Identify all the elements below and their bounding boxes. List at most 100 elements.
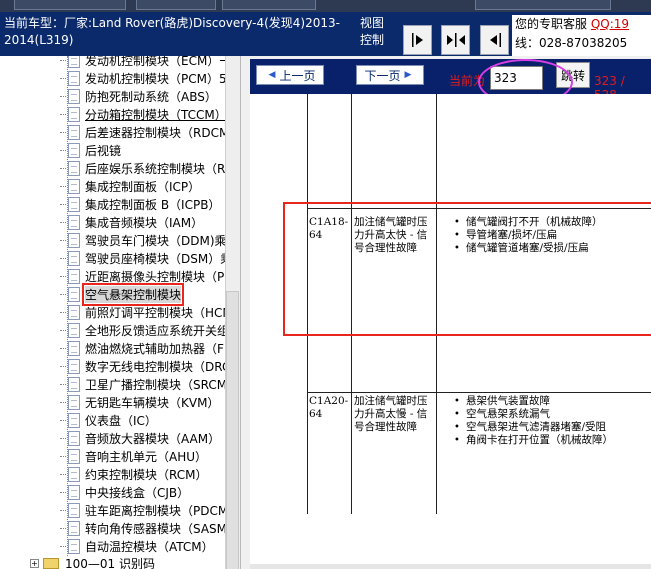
document-icon — [68, 160, 80, 176]
tree-connector — [60, 473, 66, 475]
tree-connector — [60, 167, 66, 169]
tree-item-label: 无钥匙车辆模块（KVM） — [85, 395, 220, 410]
tree-connector — [60, 437, 66, 439]
document-icon — [68, 250, 80, 266]
horizontal-scrollbar[interactable] — [250, 564, 651, 569]
top-menu-button-3[interactable] — [222, 0, 316, 10]
tree-item[interactable]: 驻车距离控制模块（PDCM） — [60, 501, 240, 519]
tree-item[interactable]: 数字无线电控制模块（DRCM — [60, 357, 240, 375]
top-menu-button-1[interactable] — [14, 0, 126, 10]
tree-item-label: 防抱死制动系统（ABS） — [85, 89, 217, 104]
table-row-border-2 — [307, 392, 651, 393]
tree-connector — [60, 383, 66, 385]
document-icon — [68, 304, 80, 320]
tree-item[interactable]: 后视镜 — [60, 141, 121, 159]
tree-item[interactable]: 防抱死制动系统（ABS） — [60, 87, 217, 105]
tree-item-label: 约束控制模块（RCM） — [85, 467, 208, 482]
tree-item[interactable]: 发动机控制模块（PCM）5_( — [60, 69, 237, 87]
dtc-cause-item: 空气悬架系统漏气 — [452, 408, 651, 421]
document-icon — [68, 340, 80, 356]
tree-item[interactable]: 转向角传感器模块（SASM） — [60, 519, 239, 537]
tree-item-label: 集成控制面板 B（ICPB） — [85, 197, 221, 212]
tree-folder-label: 100—01 识别码 — [65, 556, 155, 569]
tree-connector — [60, 131, 66, 133]
document-icon — [68, 538, 80, 554]
tree-item-label: 驾驶员座椅模块（DSM）乘客 — [85, 251, 241, 266]
collapse-left-button[interactable] — [480, 25, 509, 55]
tree-connector — [60, 329, 66, 331]
tree-item-label: 发动机控制模块（PCM）5_( — [85, 71, 238, 86]
tree-item[interactable]: 全地形反馈适应系统开关组（ — [60, 321, 240, 339]
document-icon — [68, 268, 80, 284]
tree-item[interactable]: 后座娱乐系统控制模块（RSE — [60, 159, 241, 177]
tree-folder-identification[interactable]: + 100—01 识别码 — [30, 555, 155, 569]
tree-item[interactable]: 自动温控模块（ATCM） — [60, 537, 214, 555]
tree-item-label: 卫星广播控制模块（SRCM） — [85, 377, 240, 392]
tree-item[interactable]: 中央接线盒（CJB） — [60, 483, 189, 501]
tree-item[interactable]: 集成控制面板 B（ICPB） — [60, 195, 220, 213]
tree-connector — [60, 455, 66, 457]
document-icon — [68, 484, 80, 500]
tree-item[interactable]: 燃油燃烧式辅助加热器（FFBH — [60, 339, 240, 357]
tree-connector — [60, 419, 66, 421]
tree-item[interactable]: 驾驶员车门模块（DDM)乘客 — [60, 231, 239, 249]
tree-item[interactable]: 分动箱控制模块（TCCM） — [60, 105, 227, 123]
tree-connector — [60, 545, 66, 547]
document-icon — [68, 214, 80, 230]
tree-item-label: 转向角传感器模块（SASM） — [85, 521, 240, 536]
tree-item[interactable]: 音频放大器模块（AAM） — [60, 429, 220, 447]
tree-item-label: 后座娱乐系统控制模块（RSE — [85, 161, 241, 176]
tree-item[interactable]: 驾驶员座椅模块（DSM）乘客 — [60, 249, 241, 267]
support-qq-link[interactable]: QQ:19 — [591, 17, 629, 31]
dtc-cause-item: 角阀卡在打开位置（机械故障） — [452, 434, 651, 447]
tree-connector — [60, 203, 66, 205]
tree-connector — [60, 527, 66, 529]
tree-connector — [60, 149, 66, 151]
collapse-left-icon — [489, 33, 501, 47]
tree-item[interactable]: 空气悬架控制模块 — [60, 282, 185, 306]
tree-item[interactable]: 卫星广播控制模块（SRCM） — [60, 375, 239, 393]
tree-item-label: 中央接线盒（CJB） — [85, 485, 190, 500]
tree-item[interactable]: 发动机控制模块（ECM）一 T — [60, 56, 240, 69]
top-menu-button-4[interactable] — [475, 0, 611, 10]
next-page-button[interactable]: 下一页 ▶ — [356, 65, 424, 85]
document-icon — [68, 322, 80, 338]
document-icon — [68, 56, 80, 68]
prev-page-button[interactable]: ◀ 上一页 — [256, 65, 324, 85]
view-control-label: 视图控制 — [360, 16, 385, 47]
tree-item[interactable]: 前照灯调平控制模块（HCM） — [60, 303, 240, 321]
tree-item[interactable]: 仪表盘（IC） — [60, 411, 157, 429]
document-icon — [68, 286, 80, 302]
expand-right-button[interactable] — [403, 25, 432, 55]
tree-connector — [60, 293, 66, 295]
tree-item[interactable]: 约束控制模块（RCM） — [60, 465, 207, 483]
document-icon — [68, 376, 80, 392]
expand-plus-icon[interactable]: + — [30, 558, 39, 568]
tree-connector — [60, 491, 66, 493]
tree-item-label: 分动箱控制模块（TCCM） — [85, 107, 227, 122]
tree-item[interactable]: 集成控制面板（ICP） — [60, 177, 200, 195]
tree-item[interactable]: 近距离摄像头控制模块（PCC — [60, 267, 240, 285]
document-icon — [68, 466, 80, 482]
folder-icon — [43, 557, 59, 569]
tree-item[interactable]: 无钥匙车辆模块（KVM） — [60, 393, 219, 411]
tree-item[interactable]: 集成音频模块（IAM） — [60, 213, 203, 231]
top-menu-button-2[interactable] — [136, 0, 216, 10]
left-arrow-icon: ◀ — [268, 70, 276, 80]
tree-scrollbar-thumb[interactable] — [226, 291, 239, 569]
tree-connector — [60, 113, 66, 115]
tree-item[interactable]: 后差速器控制模块（RDCM） — [60, 123, 240, 141]
tree-connector — [60, 185, 66, 187]
tree-item-label: 自动温控模块（ATCM） — [85, 539, 214, 554]
tree-item[interactable]: 音响主机单元（AHU） — [60, 447, 207, 465]
support-label: 您的专职客服 — [515, 17, 588, 31]
tree-connector — [60, 95, 66, 97]
document-icon — [68, 178, 80, 194]
tree-connector — [60, 239, 66, 241]
current-vehicle-info: 当前车型：厂家:Land Rover(路虎)Discovery-4(发现4)20… — [4, 16, 340, 47]
right-arrow-icon: ▶ — [404, 70, 412, 80]
tree-connector — [60, 221, 66, 223]
document-icon — [68, 124, 80, 140]
tree-connector — [60, 59, 66, 61]
split-view-button[interactable] — [441, 25, 470, 55]
